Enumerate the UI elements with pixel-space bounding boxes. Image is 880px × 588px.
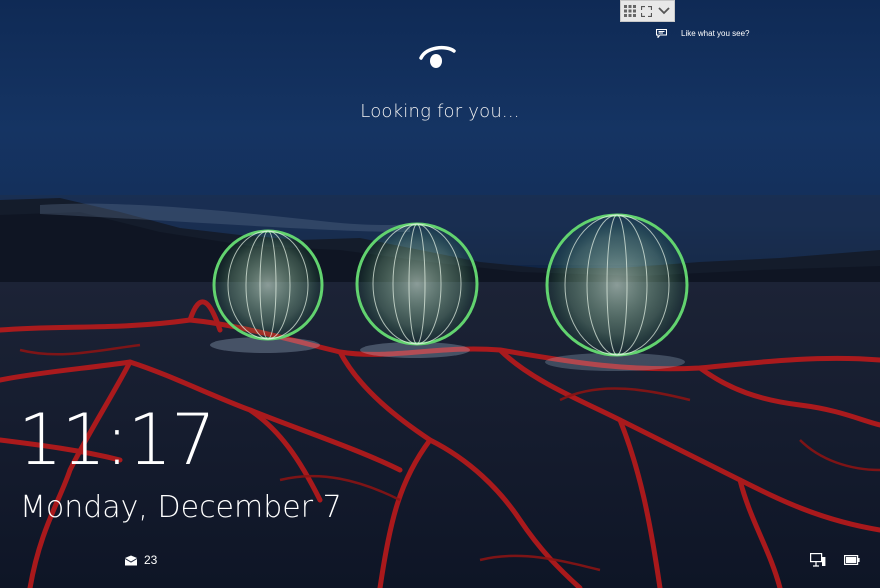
mail-count: 23 [144, 553, 158, 567]
lock-screen: Like what you see? Looking for you... 11… [0, 0, 880, 588]
battery-icon[interactable] [844, 555, 860, 565]
spotlight-feedback[interactable]: Like what you see? [656, 29, 750, 38]
light-orb [545, 213, 689, 357]
windows-hello-face-icon [419, 45, 456, 68]
remote-toolbar [620, 0, 675, 22]
clock-date: Monday, December 7 [20, 490, 342, 525]
comment-icon [656, 29, 667, 38]
fullscreen-icon[interactable] [638, 1, 655, 21]
light-orb [355, 222, 479, 346]
mail-notification: 23 [124, 553, 157, 567]
feedback-label: Like what you see? [681, 29, 750, 38]
chevron-down-icon[interactable] [655, 1, 672, 21]
system-status-icons [810, 553, 860, 567]
clock-time: 11:17 [18, 399, 216, 481]
light-orb [212, 229, 324, 341]
grid-icon[interactable] [621, 1, 638, 21]
mail-envelope-icon [124, 555, 138, 565]
status-text: Looking for you... [360, 101, 520, 122]
network-ethernet-icon[interactable] [810, 553, 826, 567]
